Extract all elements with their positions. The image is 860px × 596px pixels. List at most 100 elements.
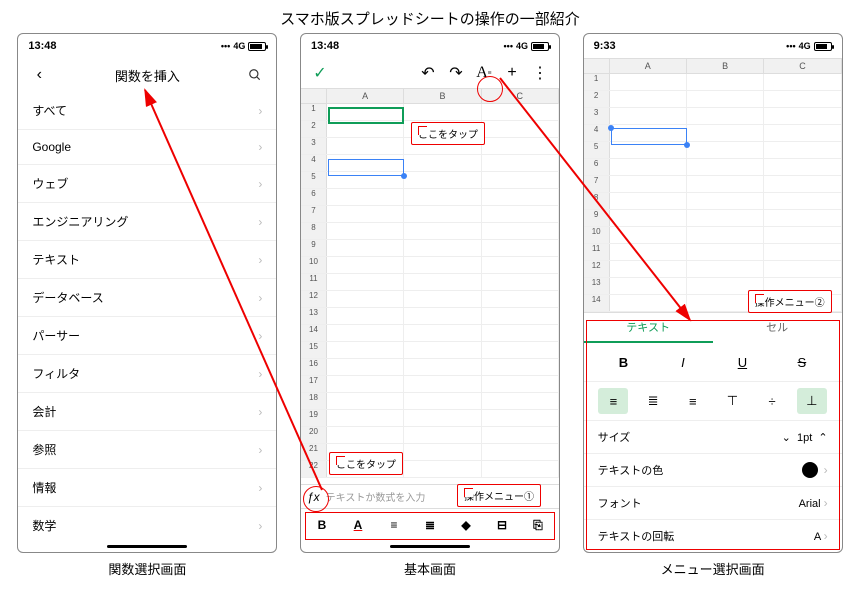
- row-header[interactable]: 2: [301, 121, 327, 137]
- wrap-icon[interactable]: ⎘: [525, 513, 551, 537]
- row-header[interactable]: 14: [584, 295, 610, 311]
- cell[interactable]: [404, 104, 481, 120]
- cell[interactable]: [610, 261, 687, 277]
- cell[interactable]: [610, 159, 687, 175]
- cell[interactable]: [404, 223, 481, 239]
- cell[interactable]: [482, 240, 559, 256]
- valign-middle-icon[interactable]: ÷: [757, 388, 787, 414]
- cell[interactable]: [327, 427, 404, 443]
- row-header[interactable]: 19: [301, 410, 327, 426]
- cell[interactable]: [687, 159, 764, 175]
- list-item[interactable]: エンジニアリング›: [18, 203, 276, 241]
- cell[interactable]: [482, 359, 559, 375]
- row-header[interactable]: 4: [584, 125, 610, 141]
- cell[interactable]: [404, 138, 481, 154]
- cell[interactable]: [482, 461, 559, 477]
- row-header[interactable]: 21: [301, 444, 327, 460]
- cell[interactable]: [327, 342, 404, 358]
- plus-icon[interactable]: +: [501, 62, 523, 84]
- col-header[interactable]: A: [327, 89, 404, 103]
- chevron-up-icon[interactable]: ⌃: [818, 432, 827, 444]
- align-center-icon[interactable]: ≣: [638, 388, 668, 414]
- cell[interactable]: [687, 261, 764, 277]
- col-header[interactable]: A: [610, 59, 687, 73]
- row-header[interactable]: 11: [301, 274, 327, 290]
- cell[interactable]: [764, 142, 841, 158]
- row-header[interactable]: 1: [584, 74, 610, 90]
- row-header[interactable]: 13: [584, 278, 610, 294]
- cell[interactable]: [764, 125, 841, 141]
- cell[interactable]: [687, 227, 764, 243]
- cell[interactable]: [404, 155, 481, 171]
- row-header[interactable]: 11: [584, 244, 610, 260]
- align-left-icon[interactable]: ≡: [598, 388, 628, 414]
- col-header[interactable]: B: [687, 59, 764, 73]
- cell[interactable]: [764, 278, 841, 294]
- row-header[interactable]: 6: [584, 159, 610, 175]
- row-header[interactable]: 9: [301, 240, 327, 256]
- cell[interactable]: [327, 308, 404, 324]
- cell[interactable]: [482, 189, 559, 205]
- strike-icon[interactable]: S: [787, 349, 817, 375]
- cell[interactable]: [687, 210, 764, 226]
- cell[interactable]: [327, 410, 404, 426]
- cell[interactable]: [327, 376, 404, 392]
- redo-icon[interactable]: ↷: [445, 62, 467, 84]
- cell[interactable]: [482, 291, 559, 307]
- cell[interactable]: [482, 138, 559, 154]
- cell[interactable]: [764, 108, 841, 124]
- list-item[interactable]: すべて›: [18, 92, 276, 130]
- cell[interactable]: [687, 125, 764, 141]
- undo-icon[interactable]: ↶: [417, 62, 439, 84]
- cell[interactable]: [404, 274, 481, 290]
- cell[interactable]: [482, 155, 559, 171]
- cell[interactable]: [404, 461, 481, 477]
- cell[interactable]: [764, 74, 841, 90]
- cell[interactable]: [482, 376, 559, 392]
- cell[interactable]: [764, 261, 841, 277]
- list-item[interactable]: 情報›: [18, 469, 276, 507]
- rotation-row[interactable]: テキストの回転 A ›: [584, 519, 842, 552]
- cell[interactable]: [610, 278, 687, 294]
- size-row[interactable]: サイズ ⌄ 1pt ⌃: [584, 420, 842, 453]
- cell[interactable]: [327, 461, 404, 477]
- cell[interactable]: [327, 325, 404, 341]
- cell[interactable]: [610, 227, 687, 243]
- cell[interactable]: [764, 295, 841, 311]
- cell[interactable]: [404, 257, 481, 273]
- row-header[interactable]: 12: [301, 291, 327, 307]
- list-item[interactable]: Google›: [18, 130, 276, 165]
- cell[interactable]: [404, 325, 481, 341]
- cell[interactable]: [482, 223, 559, 239]
- row-header[interactable]: 6: [301, 189, 327, 205]
- align-right-icon[interactable]: ≡: [678, 388, 708, 414]
- cell[interactable]: [610, 176, 687, 192]
- cell[interactable]: [764, 210, 841, 226]
- row-header[interactable]: 18: [301, 393, 327, 409]
- cell[interactable]: [482, 206, 559, 222]
- back-icon[interactable]: ‹: [28, 64, 50, 86]
- list-item[interactable]: ウェブ›: [18, 165, 276, 203]
- cell[interactable]: [610, 193, 687, 209]
- cell[interactable]: [327, 240, 404, 256]
- row-header[interactable]: 1: [301, 104, 327, 120]
- cell[interactable]: [687, 176, 764, 192]
- cell[interactable]: [610, 210, 687, 226]
- cell[interactable]: [482, 257, 559, 273]
- chevron-down-icon[interactable]: ⌄: [782, 432, 791, 444]
- underline-icon[interactable]: U: [727, 349, 757, 375]
- row-header[interactable]: 2: [584, 91, 610, 107]
- cell[interactable]: [482, 427, 559, 443]
- row-header[interactable]: 3: [301, 138, 327, 154]
- cell[interactable]: [482, 104, 559, 120]
- cell[interactable]: [482, 325, 559, 341]
- text-color-icon[interactable]: A: [345, 513, 371, 537]
- row-header[interactable]: 5: [584, 142, 610, 158]
- cell[interactable]: [327, 257, 404, 273]
- row-header[interactable]: 4: [301, 155, 327, 171]
- cell[interactable]: [327, 444, 404, 460]
- cell[interactable]: [610, 295, 687, 311]
- row-header[interactable]: 17: [301, 376, 327, 392]
- list-item[interactable]: 会計›: [18, 393, 276, 431]
- spreadsheet[interactable]: A B C 123456789101112131415: [584, 58, 842, 312]
